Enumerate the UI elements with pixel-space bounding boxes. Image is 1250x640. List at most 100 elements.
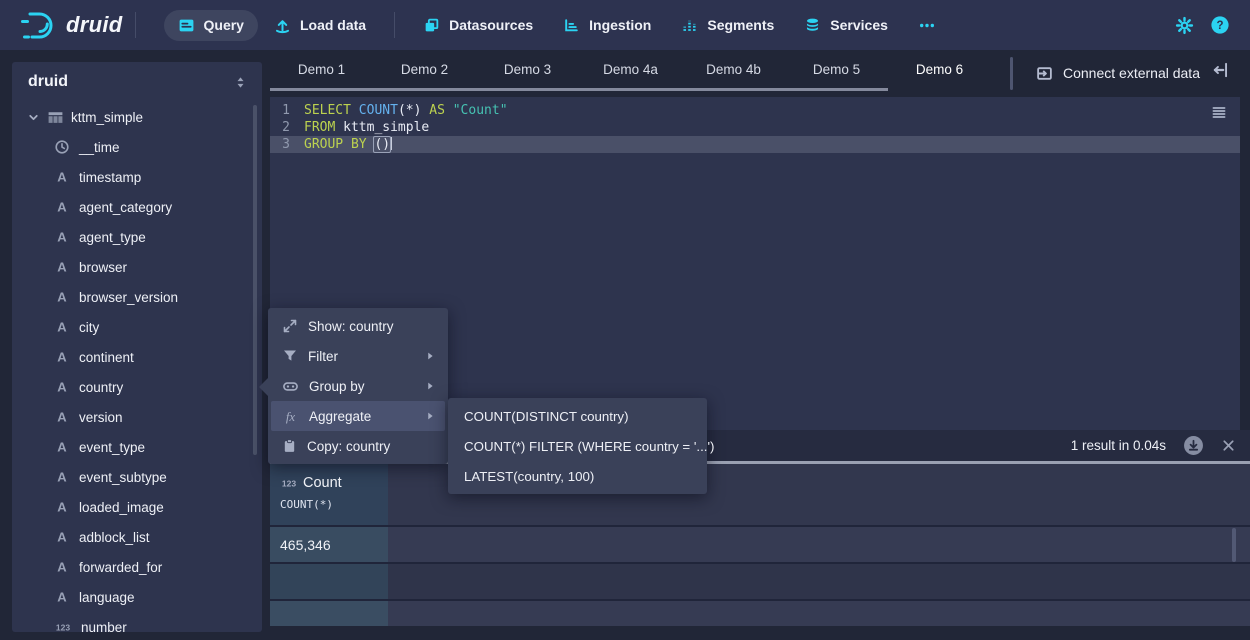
- tree-item-version[interactable]: Aversion: [12, 402, 262, 432]
- tab-demo-5[interactable]: Demo 5: [785, 52, 888, 88]
- tree-item-event_subtype[interactable]: Aevent_subtype: [12, 462, 262, 492]
- result-column-expression: COUNT(*): [280, 498, 388, 511]
- tab-demo-4a[interactable]: Demo 4a: [579, 52, 682, 88]
- svg-text:A: A: [57, 590, 67, 605]
- line-number: 2: [270, 119, 304, 136]
- tree-item-language[interactable]: Alanguage: [12, 582, 262, 612]
- tree-item-agent_type[interactable]: Aagent_type: [12, 222, 262, 252]
- tab-demo-2[interactable]: Demo 2: [373, 52, 476, 88]
- topbar-item-segments[interactable]: Segments: [667, 10, 788, 41]
- download-icon[interactable]: [1183, 435, 1204, 456]
- sql-token: FROM: [304, 120, 335, 135]
- editor-menu-icon[interactable]: [1210, 104, 1228, 120]
- tree-item-number[interactable]: 123number: [12, 612, 262, 632]
- connect-external-data-button[interactable]: Connect external data: [1036, 58, 1200, 88]
- submenu-item[interactable]: COUNT(DISTINCT country): [451, 401, 704, 431]
- line-number: 3: [270, 136, 304, 153]
- string-icon: A: [54, 529, 70, 545]
- string-icon: A: [54, 229, 70, 245]
- topbar-item-datasources[interactable]: Datasources: [409, 10, 547, 41]
- tree-item-label: version: [79, 410, 123, 425]
- tree-item-label: __time: [79, 140, 120, 155]
- topbar-item-ingestion[interactable]: Ingestion: [549, 10, 665, 41]
- sidebar-scrollbar[interactable]: [253, 105, 257, 455]
- topbar-more-button[interactable]: [904, 10, 950, 41]
- tree-item-label: event_type: [79, 440, 145, 455]
- result-cell-value: 465,346: [280, 537, 331, 553]
- sidebar-title: druid: [28, 73, 68, 91]
- tree-item-forwarded_for[interactable]: Aforwarded_for: [12, 552, 262, 582]
- druid-logo-icon[interactable]: [18, 8, 60, 42]
- line-number: 1: [270, 102, 304, 119]
- sort-icon[interactable]: [233, 75, 248, 90]
- tree-item-__time[interactable]: __time: [12, 132, 262, 162]
- svg-text:A: A: [57, 230, 67, 245]
- tree-item-kttm_simple[interactable]: kttm_simple: [12, 102, 262, 132]
- topbar-item-query[interactable]: Query: [164, 10, 258, 41]
- menu-item-label: Copy: country: [307, 439, 390, 454]
- tab-demo-6[interactable]: Demo 6: [888, 52, 991, 88]
- code-text: GROUP BY (): [304, 136, 392, 153]
- tree-item-browser[interactable]: Abrowser: [12, 252, 262, 282]
- submenu-item-label: COUNT(DISTINCT country): [464, 409, 629, 424]
- submenu-item[interactable]: COUNT(*) FILTER (WHERE country = '...'): [451, 431, 704, 461]
- help-icon[interactable]: ?: [1210, 15, 1230, 35]
- string-icon: A: [54, 259, 70, 275]
- results-first-column: 123Count COUNT(*) 465,346: [270, 464, 388, 626]
- gear-icon[interactable]: [1175, 16, 1194, 35]
- tab-demo-1[interactable]: Demo 1: [270, 52, 373, 88]
- topbar-item-services[interactable]: Services: [790, 10, 902, 41]
- column-tree: kttm_simple__timeAtimestampAagent_catego…: [12, 102, 262, 632]
- tree-item-adblock_list[interactable]: Aadblock_list: [12, 522, 262, 552]
- tree-item-event_type[interactable]: Aevent_type: [12, 432, 262, 462]
- result-cell[interactable]: [270, 601, 388, 626]
- collapse-panel-icon[interactable]: [1212, 61, 1230, 79]
- tree-item-label: agent_category: [79, 200, 172, 215]
- tree-item-agent_category[interactable]: Aagent_category: [12, 192, 262, 222]
- result-column-title: 123Count: [280, 475, 388, 491]
- sql-token: "Count": [453, 103, 508, 118]
- segments-icon: [681, 17, 698, 34]
- number-icon: 123: [280, 475, 298, 491]
- result-column-header[interactable]: 123Count COUNT(*): [270, 464, 388, 527]
- druid-console: { "colors": { "accent": "#2bd3f2", "keyw…: [0, 0, 1250, 640]
- string-icon: A: [54, 409, 70, 425]
- topbar-item-label: Datasources: [449, 17, 533, 33]
- tree-item-country[interactable]: Acountry: [12, 372, 262, 402]
- connect-external-icon: [1036, 65, 1053, 82]
- submenu-items: COUNT(DISTINCT country) COUNT(*) FILTER (…: [448, 401, 707, 491]
- menu-item-copy-country[interactable]: Copy: country: [271, 431, 445, 461]
- menu-item-group-by[interactable]: Group by: [271, 371, 445, 401]
- tab-underline: [270, 88, 888, 91]
- menu-item-filter[interactable]: Filter: [271, 341, 445, 371]
- tree-item-city[interactable]: Acity: [12, 312, 262, 342]
- tree-item-label: city: [79, 320, 99, 335]
- tree-item-browser_version[interactable]: Abrowser_version: [12, 282, 262, 312]
- svg-text:A: A: [57, 560, 67, 575]
- menu-item-label: Aggregate: [309, 409, 371, 424]
- topbar-item-load-data[interactable]: Load data: [260, 10, 380, 41]
- connect-external-label: Connect external data: [1063, 65, 1200, 81]
- aggregate-submenu: COUNT(DISTINCT country) COUNT(*) FILTER (…: [448, 398, 707, 494]
- tree-item-continent[interactable]: Acontinent: [12, 342, 262, 372]
- chevron-down-icon[interactable]: [27, 111, 40, 124]
- svg-text:A: A: [57, 200, 67, 215]
- result-cell[interactable]: 465,346: [270, 527, 388, 564]
- sql-token: (): [374, 137, 390, 152]
- menu-item-show-country[interactable]: Show: country: [271, 311, 445, 341]
- menu-item-aggregate[interactable]: fxAggregate: [271, 401, 445, 431]
- submenu-item[interactable]: LATEST(country, 100): [451, 461, 704, 491]
- tree-item-label: adblock_list: [79, 530, 150, 545]
- tree-item-loaded_image[interactable]: Aloaded_image: [12, 492, 262, 522]
- menu-caret: [259, 378, 268, 396]
- result-row-filler: [388, 527, 1250, 564]
- sql-token: GROUP BY: [304, 137, 367, 152]
- close-icon[interactable]: [1221, 438, 1236, 453]
- result-cell[interactable]: [270, 564, 388, 601]
- tree-item-label: browser: [79, 260, 127, 275]
- menu-item-label: Group by: [309, 379, 365, 394]
- tab-demo-4b[interactable]: Demo 4b: [682, 52, 785, 88]
- tab-demo-3[interactable]: Demo 3: [476, 52, 579, 88]
- tree-item-timestamp[interactable]: Atimestamp: [12, 162, 262, 192]
- results-scrollbar[interactable]: [1232, 528, 1236, 562]
